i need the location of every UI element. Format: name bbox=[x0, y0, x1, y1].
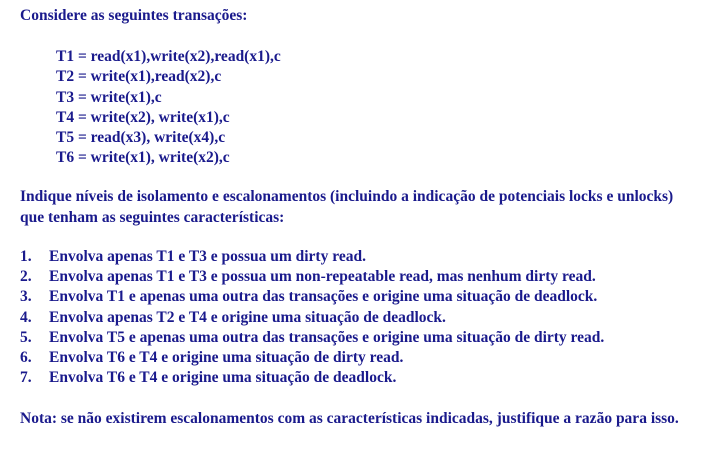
task-number: 6. bbox=[20, 349, 32, 367]
transaction-item: T6 = write(x1), write(x2),c bbox=[56, 149, 230, 167]
task-item: 5. Envolva T5 e apenas uma outra das tran… bbox=[20, 328, 604, 348]
transaction-item: T3 = write(x1),c bbox=[56, 88, 162, 106]
transaction-item: T4 = write(x2), write(x1),c bbox=[56, 108, 230, 126]
task-number: 1. bbox=[20, 248, 32, 265]
task-text: Envolva T6 e T4 e origine uma situação d… bbox=[49, 349, 404, 367]
task-item: 4. Envolva apenas T2 e T4 e origine uma s… bbox=[20, 308, 604, 328]
task-text: Envolva T6 e T4 e origine uma situação d… bbox=[49, 369, 397, 387]
task-item: 1. Envolva apenas T1 e T3 e possua um dir… bbox=[20, 247, 604, 267]
task-text: Envolva apenas T2 e T4 e origine uma sit… bbox=[49, 308, 446, 326]
task-text: Envolva T1 e apenas uma outra das transa… bbox=[49, 288, 598, 306]
task-item: 2. Envolva apenas T1 e T3 e possua um non… bbox=[20, 267, 604, 287]
task-item: 7. Envolva T6 e T4 e origine uma situação… bbox=[20, 368, 604, 388]
note-paragraph: Nota: se não existirem escalonamentos co… bbox=[20, 410, 679, 427]
task-item: 3. Envolva T1 e apenas uma outra das tran… bbox=[20, 287, 604, 307]
task-text: Envolva apenas T1 e T3 e possua um non-r… bbox=[49, 268, 596, 286]
task-number: 7. bbox=[20, 369, 32, 387]
transaction-list: T1 = read(x1),write(x2),read(x1),c T2 = … bbox=[56, 47, 281, 169]
task-item: 6. Envolva T6 e T4 e origine uma situação… bbox=[20, 348, 604, 368]
transaction-item: T5 = read(x3), write(x4),c bbox=[56, 129, 226, 147]
task-number: 5. bbox=[20, 328, 32, 346]
task-number: 3. bbox=[20, 288, 32, 306]
transaction-item: T1 = read(x1),write(x2),read(x1),c bbox=[56, 48, 281, 65]
task-number: 4. bbox=[20, 308, 32, 326]
task-number: 2. bbox=[20, 268, 32, 286]
intro-heading: Considere as seguintes transações: bbox=[20, 7, 248, 24]
instruction-paragraph: Indique níveis de isolamento e escalonam… bbox=[20, 188, 674, 226]
transaction-item: T2 = write(x1),read(x2),c bbox=[56, 68, 222, 86]
task-list: 1. Envolva apenas T1 e T3 e possua um dir… bbox=[20, 247, 604, 388]
task-text: Envolva apenas T1 e T3 e possua um dirty… bbox=[49, 248, 366, 265]
task-text: Envolva T5 e apenas uma outra das transa… bbox=[49, 328, 605, 346]
